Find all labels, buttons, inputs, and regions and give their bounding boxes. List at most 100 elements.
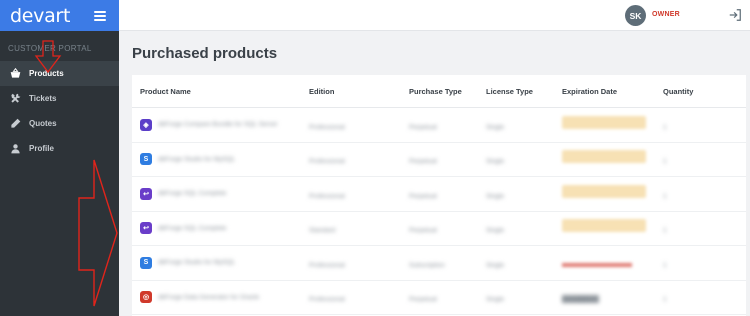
quantity-value: 1 [663,227,667,235]
edition-value: Professional [309,261,345,269]
cell-expiration-date: ████████ [562,288,663,306]
cell-product-name: S dbForge Studio for MySQL [132,256,309,269]
products-table: Product Name Edition Purchase Type Licen… [132,75,746,316]
cell-license-type: Single [486,254,562,272]
cell-quantity: 1 [663,116,743,134]
sidebar-item-products[interactable]: Products [0,61,119,86]
license-type-value: Single [486,227,505,235]
purchase-type-value: Perpetual [409,227,437,235]
cell-edition: Professional [309,185,409,203]
purchase-type-value: Subscription [409,261,445,269]
edition-value: Professional [309,296,345,304]
cell-purchase-type: Perpetual [409,288,486,306]
table-body: ◈ dbForge Compare Bundle for SQL Server … [132,108,746,315]
cell-quantity: 1 [663,150,743,168]
edition-value: Standard [309,227,336,235]
quantity-value: 1 [663,158,667,166]
cell-product-name: S dbForge Studio for MySQL [132,153,309,166]
sidebar-item-tickets[interactable]: Tickets [0,86,119,111]
table-row[interactable]: ↩ dbForge SQL Complete Standard Perpetua… [132,212,746,246]
sidebar-item-label: Products [29,69,64,78]
cell-license-type: Single [486,150,562,168]
cell-product-name: ◈ dbForge Compare Bundle for SQL Server [132,118,309,131]
product-icon: ◈ [140,118,152,131]
cell-product-name: ↩ dbForge SQL Complete [132,187,309,200]
cell-license-type: Single [486,219,562,237]
sidebar-item-profile[interactable]: Profile [0,136,119,161]
cell-license-type: Single [486,185,562,203]
license-type-value: Single [486,158,505,166]
table-row[interactable]: ↩ dbForge SQL Complete Professional Perp… [132,177,746,212]
table-row[interactable]: ◈ dbForge Compare Bundle for SQL Server … [132,108,746,143]
edition-value: Professional [309,192,345,200]
col-edition[interactable]: Edition [309,87,409,96]
product-icon: S [140,256,152,269]
product-name[interactable]: dbForge Data Generator for Oracle [158,294,259,301]
role-badge: OWNER [652,11,680,18]
sidebar-item-label: Quotes [29,119,57,128]
product-name[interactable]: dbForge Studio for MySQL [158,259,235,266]
table-row[interactable]: S dbForge Studio for MySQL Professional … [132,246,746,281]
cell-expiration-date [562,254,663,272]
quantity-value: 1 [663,192,667,200]
sidebar-item-label: Tickets [29,94,57,103]
devart-logo[interactable]: devart [10,5,70,27]
product-icon: ↩ [140,187,152,200]
avatar[interactable]: SK [625,5,646,26]
license-type-value: Single [486,261,505,269]
quantity-value: 1 [663,261,667,269]
cell-quantity: 1 [663,288,743,306]
product-icon: ◎ [140,291,152,304]
sidebar-item-label: Profile [29,144,54,153]
product-name[interactable]: dbForge Studio for MySQL [158,156,235,163]
purchase-type-value: Perpetual [409,158,437,166]
user-icon [9,143,21,155]
brand-bar: devart [0,0,119,31]
cell-expiration-date [562,115,663,134]
cell-edition: Professional [309,150,409,168]
purchase-type-value: Perpetual [409,296,437,304]
sidebar-nav: Products Tickets Quotes Profile [0,61,119,161]
product-name[interactable]: dbForge SQL Complete [158,225,226,232]
cell-product-name: ◎ dbForge Data Generator for Oracle [132,291,309,304]
col-quantity[interactable]: Quantity [663,87,743,96]
sidebar-item-quotes[interactable]: Quotes [0,111,119,136]
license-type-value: Single [486,192,505,200]
cell-expiration-date [562,184,663,203]
tools-icon [9,93,21,105]
expiration-value [562,150,646,164]
col-purchase-type[interactable]: Purchase Type [409,87,486,96]
edition-value: Professional [309,158,345,166]
table-row[interactable]: S dbForge Studio for MySQL Professional … [132,143,746,177]
expiration-value: ████████ [562,296,599,304]
cell-expiration-date [562,150,663,168]
quantity-value: 1 [663,123,667,131]
product-icon: ↩ [140,222,152,235]
cell-edition: Standard [309,219,409,237]
cell-license-type: Single [486,288,562,306]
cell-purchase-type: Perpetual [409,116,486,134]
cell-quantity: 1 [663,219,743,237]
cell-purchase-type: Perpetual [409,219,486,237]
product-name[interactable]: dbForge SQL Complete [158,190,226,197]
col-license-type[interactable]: License Type [486,87,562,96]
table-row[interactable]: ◎ dbForge Data Generator for Oracle Prof… [132,281,746,315]
cell-product-name: ↩ dbForge SQL Complete [132,222,309,235]
col-expiration-date[interactable]: Expiration Date [562,87,663,96]
col-product-name[interactable]: Product Name [132,87,309,96]
sidebar: devart CUSTOMER PORTAL Products Tickets … [0,0,119,316]
cell-edition: Professional [309,288,409,306]
expiration-value [562,219,646,233]
topbar: SK OWNER [119,0,750,31]
logout-icon[interactable] [728,8,742,22]
menu-toggle-icon[interactable] [94,10,106,21]
expiration-value [562,115,646,129]
cell-quantity: 1 [663,185,743,203]
cell-quantity: 1 [663,254,743,272]
table-header: Product Name Edition Purchase Type Licen… [132,75,746,108]
product-name[interactable]: dbForge Compare Bundle for SQL Server [158,121,278,128]
license-type-value: Single [486,123,505,131]
cell-edition: Professional [309,116,409,134]
quantity-value: 1 [663,296,667,304]
basket-icon [9,68,21,80]
